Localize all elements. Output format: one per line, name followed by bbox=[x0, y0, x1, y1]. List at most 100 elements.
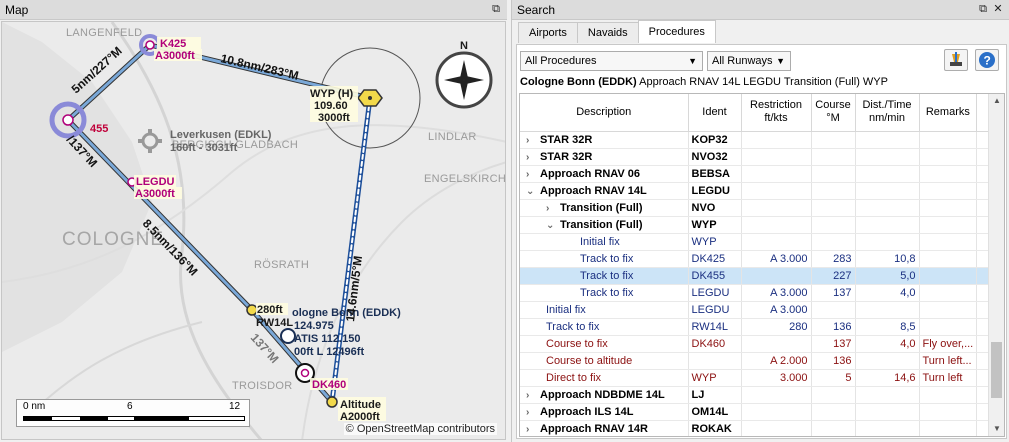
cell-dist-time bbox=[855, 403, 920, 421]
north-compass-icon bbox=[435, 51, 493, 109]
cell-dist-time bbox=[855, 182, 920, 200]
cell-description: › Transition (Full) bbox=[520, 199, 689, 217]
table-row[interactable]: ⌄ Approach RNAV 14L LEGDU bbox=[520, 182, 993, 200]
tab-procedures[interactable]: Procedures bbox=[637, 20, 716, 43]
fix-altitude[interactable] bbox=[326, 396, 338, 408]
map-drawing[interactable]: LANGENFELD BERGISCH GLADBACH COLOGNE ENG… bbox=[2, 22, 506, 440]
airport-cologne-symbol[interactable] bbox=[280, 328, 296, 344]
cell-remarks bbox=[919, 403, 978, 421]
label-dk460: DK460 bbox=[312, 379, 346, 391]
row-description-text: Course to fix bbox=[546, 337, 608, 350]
chevron-right-icon[interactable]: › bbox=[526, 390, 540, 401]
table-row[interactable]: Track to fix RW14L 280 136 8,5 bbox=[520, 318, 993, 336]
row-description-text: STAR 32R bbox=[540, 150, 593, 163]
table-row[interactable]: › STAR 32R KOP32 bbox=[520, 131, 993, 149]
procedure-header-airport: Cologne Bonn (EDDK) bbox=[520, 76, 637, 88]
cell-dist-time: 5,0 bbox=[855, 267, 920, 285]
procedure-table[interactable]: Description Ident Restriction ft/kts Cou… bbox=[519, 93, 1005, 437]
close-icon[interactable]: ✕ bbox=[992, 3, 1004, 15]
column-remarks[interactable]: Remarks bbox=[919, 94, 978, 132]
chevron-right-icon[interactable]: › bbox=[526, 135, 540, 146]
fix-rw14l[interactable] bbox=[246, 304, 258, 316]
table-row[interactable]: Initial fix LEGDU A 3.000 bbox=[520, 301, 993, 319]
map-canvas[interactable]: LANGENFELD BERGISCH GLADBACH COLOGNE ENG… bbox=[1, 21, 506, 440]
cell-course bbox=[811, 182, 856, 200]
table-row[interactable]: › Transition (Full) NVO bbox=[520, 199, 993, 217]
cell-course bbox=[811, 301, 856, 319]
table-row[interactable]: › Approach NDBDME 14L LJ bbox=[520, 386, 993, 404]
table-row[interactable]: Direct to fix WYP 3.000 5 14,6 Turn left bbox=[520, 369, 993, 387]
cell-course: 136 bbox=[811, 318, 856, 336]
table-row[interactable]: › STAR 32R NVO32 bbox=[520, 148, 993, 166]
cologne-airport-rwy: 00ft L 12496ft bbox=[294, 346, 364, 358]
procedure-filter-select[interactable]: All Procedures ▼ bbox=[520, 51, 703, 71]
table-row[interactable]: › Approach RNAV 14R ROKAK bbox=[520, 420, 993, 436]
chevron-down-icon[interactable]: ▼ bbox=[989, 422, 1004, 436]
cell-restriction bbox=[741, 148, 812, 166]
cell-restriction bbox=[741, 182, 812, 200]
cell-remarks bbox=[919, 216, 978, 234]
table-row[interactable]: Course to fix DK460 137 4,0 Fly over,... bbox=[520, 335, 993, 353]
table-row[interactable]: ⌄ Transition (Full) WYP bbox=[520, 216, 993, 234]
tab-navaids[interactable]: Navaids bbox=[576, 22, 639, 43]
table-row[interactable]: Track to fix DK425 A 3.000 283 10,8 bbox=[520, 250, 993, 268]
cell-ident: LEGDU bbox=[688, 284, 742, 302]
table-row[interactable]: Initial fix WYP bbox=[520, 233, 993, 251]
search-title-bar: Search ⧉ ✕ bbox=[512, 0, 1009, 20]
cell-description: Course to fix bbox=[520, 335, 689, 353]
cell-remarks: Fly over,... bbox=[919, 335, 978, 353]
cell-dist-time: 14,6 bbox=[855, 369, 920, 387]
cell-ident: NVO32 bbox=[688, 148, 742, 166]
label-altitude-alt: A2000ft bbox=[340, 411, 380, 423]
cell-dist-time bbox=[855, 420, 920, 436]
help-button[interactable]: ? bbox=[975, 49, 999, 71]
chevron-right-icon[interactable]: › bbox=[526, 169, 540, 180]
table-scrollbar[interactable]: ▲ ▼ bbox=[988, 94, 1004, 436]
cell-restriction bbox=[741, 216, 812, 234]
cell-restriction bbox=[741, 199, 812, 217]
column-restriction[interactable]: Restriction ft/kts bbox=[741, 94, 812, 132]
float-window-icon[interactable]: ⧉ bbox=[490, 3, 502, 15]
float-window-icon[interactable]: ⧉ bbox=[977, 3, 989, 15]
cell-dist-time bbox=[855, 148, 920, 166]
scrollbar-thumb[interactable] bbox=[991, 342, 1002, 398]
column-description[interactable]: Description bbox=[520, 94, 689, 132]
cell-course bbox=[811, 148, 856, 166]
table-row[interactable]: Course to altitude A 2.000 136 Turn left... bbox=[520, 352, 993, 370]
cologne-airport-atis: ATIS 112.150 bbox=[294, 333, 360, 345]
table-row[interactable]: Track to fix LEGDU A 3.000 137 4,0 bbox=[520, 284, 993, 302]
column-dist-time[interactable]: Dist./Time nm/min bbox=[855, 94, 920, 132]
runway-filter-select[interactable]: All Runways ▼ bbox=[707, 51, 791, 71]
cell-restriction: 280 bbox=[741, 318, 812, 336]
chevron-up-icon[interactable]: ▲ bbox=[989, 94, 1004, 108]
cell-restriction: A 3.000 bbox=[741, 301, 812, 319]
tab-airports[interactable]: Airports bbox=[518, 22, 578, 43]
cell-dist-time: 4,0 bbox=[855, 335, 920, 353]
scale-label-mid: 6 bbox=[127, 401, 133, 412]
table-row[interactable]: Track to fix DK455 227 5,0 bbox=[520, 267, 993, 285]
scale-label-zero: 0 nm bbox=[23, 401, 46, 412]
chevron-right-icon[interactable]: › bbox=[546, 203, 560, 214]
cell-course: 136 bbox=[811, 352, 856, 370]
chevron-right-icon[interactable]: › bbox=[526, 152, 540, 163]
cell-course: 283 bbox=[811, 250, 856, 268]
cell-ident: WYP bbox=[688, 369, 742, 387]
column-course[interactable]: Course °M bbox=[811, 94, 856, 132]
cell-restriction: A 3.000 bbox=[741, 250, 812, 268]
cell-ident: OM14L bbox=[688, 403, 742, 421]
cell-description: Track to fix bbox=[520, 284, 689, 302]
chevron-right-icon[interactable]: › bbox=[526, 407, 540, 418]
cell-description: Track to fix bbox=[520, 250, 689, 268]
chevron-down-icon[interactable]: ⌄ bbox=[546, 220, 560, 231]
reset-search-button[interactable] bbox=[944, 49, 968, 71]
search-tabs: Airports Navaids Procedures bbox=[518, 20, 716, 44]
chevron-right-icon[interactable]: › bbox=[526, 424, 540, 435]
table-row[interactable]: › Approach RNAV 06 BEBSA bbox=[520, 165, 993, 183]
table-row[interactable]: › Approach ILS 14L OM14L bbox=[520, 403, 993, 421]
cell-remarks bbox=[919, 199, 978, 217]
cell-remarks bbox=[919, 250, 978, 268]
cell-restriction bbox=[741, 233, 812, 251]
column-ident[interactable]: Ident bbox=[688, 94, 742, 132]
chevron-down-icon[interactable]: ⌄ bbox=[526, 186, 540, 197]
cell-course: 137 bbox=[811, 284, 856, 302]
